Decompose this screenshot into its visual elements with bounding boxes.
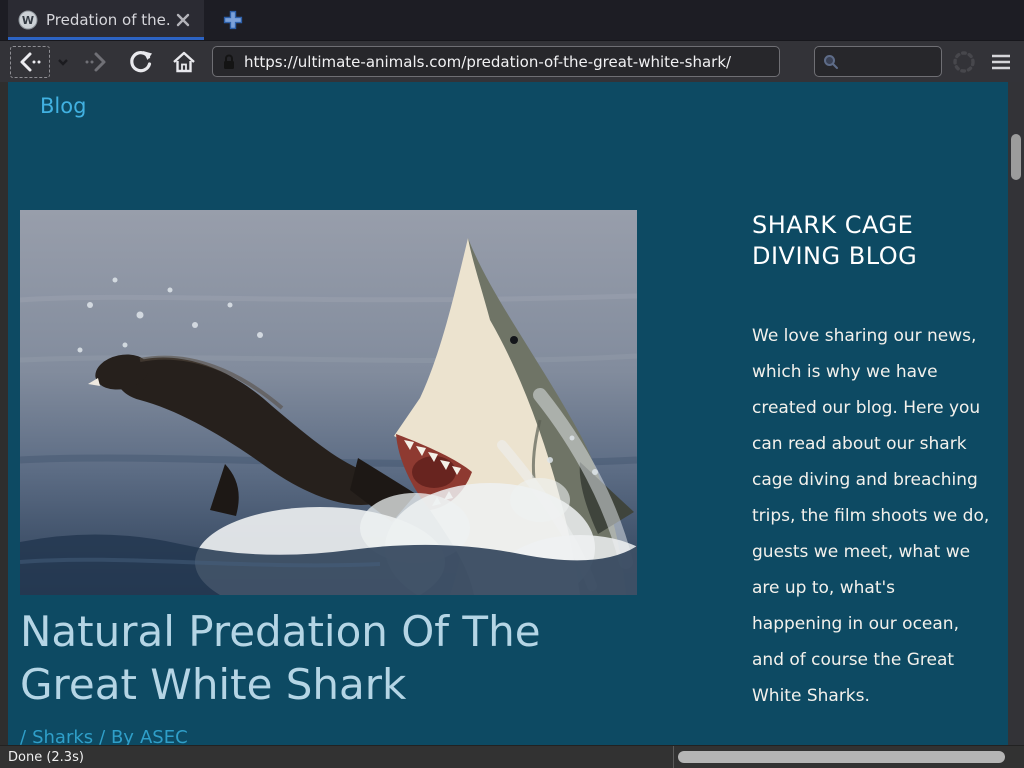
breadcrumb-category-link[interactable]: Sharks xyxy=(32,727,93,745)
browser-window: W Predation of the... xyxy=(0,0,1024,768)
navigation-toolbar xyxy=(0,40,1024,82)
breadcrumb-separator: / By xyxy=(99,727,134,745)
webpage-viewport: Blog xyxy=(8,82,1008,745)
back-arrow-icon xyxy=(16,49,44,75)
content-area: Blog xyxy=(0,82,1024,745)
home-button[interactable] xyxy=(168,46,200,78)
home-icon xyxy=(171,49,197,75)
plus-icon xyxy=(222,9,244,31)
shark-seal-photo xyxy=(20,210,637,595)
sidebar: SHARK CAGE DIVING BLOG We love sharing o… xyxy=(752,210,990,745)
url-input[interactable] xyxy=(244,53,771,71)
url-bar[interactable] xyxy=(212,46,780,77)
breadcrumb: / Sharks / By ASEC xyxy=(20,727,645,745)
active-tab-indicator xyxy=(8,37,204,40)
search-input[interactable] xyxy=(845,53,933,71)
site-navigation: Blog xyxy=(8,82,1008,118)
vertical-scrollbar-thumb[interactable] xyxy=(1011,134,1021,180)
status-text: Done (2.3s) xyxy=(8,750,84,765)
search-box[interactable] xyxy=(814,46,942,77)
reload-icon xyxy=(127,49,153,75)
back-history-dropdown[interactable] xyxy=(56,46,70,78)
new-tab-button[interactable] xyxy=(216,3,250,37)
throbber-icon xyxy=(950,48,978,76)
sidebar-body-text: We love sharing our news, which is why w… xyxy=(752,318,990,714)
chevron-down-icon xyxy=(58,58,68,66)
lock-icon xyxy=(221,53,237,71)
tab-predation[interactable]: W Predation of the... xyxy=(8,0,204,40)
search-icon xyxy=(823,54,839,70)
article: Natural Predation Of The Great White Sha… xyxy=(20,210,645,745)
sidebar-heading: SHARK CAGE DIVING BLOG xyxy=(752,210,937,272)
forward-button[interactable] xyxy=(80,46,112,78)
breadcrumb-separator: / xyxy=(20,727,26,745)
status-bar: Done (2.3s) xyxy=(0,745,1024,768)
statusbar-divider xyxy=(673,746,674,768)
nav-link-blog[interactable]: Blog xyxy=(40,94,86,118)
window-edge xyxy=(0,82,8,745)
reload-button[interactable] xyxy=(124,46,156,78)
vertical-scrollbar[interactable] xyxy=(1008,82,1024,745)
post-title: Natural Predation Of The Great White Sha… xyxy=(20,605,620,711)
tab-title: Predation of the... xyxy=(46,11,172,29)
hamburger-menu-icon[interactable] xyxy=(986,47,1016,77)
wordpress-icon: W xyxy=(18,10,38,30)
page-main: Natural Predation Of The Great White Sha… xyxy=(8,210,1008,745)
close-icon[interactable] xyxy=(172,9,194,31)
svg-text:W: W xyxy=(22,14,34,27)
forward-arrow-icon xyxy=(82,49,110,75)
breadcrumb-author-link[interactable]: ASEC xyxy=(140,727,188,745)
horizontal-scrollbar-thumb[interactable] xyxy=(678,751,1005,763)
tab-bar: W Predation of the... xyxy=(0,0,1024,40)
back-button[interactable] xyxy=(10,46,50,78)
